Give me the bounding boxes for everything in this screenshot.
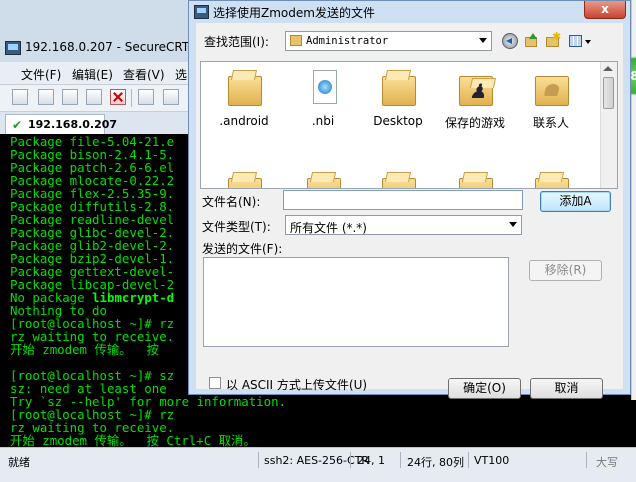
cancel-button[interactable]: 取消 (530, 378, 603, 399)
disconnect-icon[interactable] (110, 89, 126, 105)
scroll-up-icon[interactable] (603, 66, 613, 71)
status-cursor: 24, 1 (357, 454, 385, 467)
status-divider (400, 452, 401, 468)
folder-icon (382, 170, 416, 188)
list-item[interactable] (518, 166, 584, 188)
dialog-body: 查找范围(I): Administrator .android .nbi Des… (196, 23, 623, 399)
crt-toolbar (0, 85, 192, 112)
list-item[interactable] (442, 166, 508, 188)
file-list[interactable]: .android .nbi Desktop 保存的游戏 联系人 (200, 61, 618, 189)
list-item[interactable]: 保存的游戏 (442, 64, 508, 136)
list-item[interactable]: Desktop (365, 64, 431, 136)
reconnect-icon[interactable] (86, 89, 102, 105)
menu-file[interactable]: 文件(F) (21, 66, 61, 83)
lookin-value: Administrator (306, 35, 389, 47)
crt-window-title: 192.168.0.207 - SecureCRT (25, 40, 190, 54)
menu-options[interactable]: 选 (175, 66, 187, 83)
status-caps: 大写 (596, 456, 618, 469)
ok-button[interactable]: 确定(O) (448, 378, 521, 399)
connect-tab-icon[interactable] (62, 89, 78, 105)
status-protocol: ssh2: AES-256-CTR (264, 454, 370, 467)
folder-icon (307, 170, 341, 188)
sent-files-label: 发送的文件(F): (202, 242, 283, 256)
tab-session-label: 192.168.0.207 (28, 118, 118, 131)
file-label: .android (219, 114, 269, 128)
up-folder-icon[interactable] (523, 33, 539, 49)
quick-connect-icon[interactable] (38, 89, 54, 105)
filetype-label: 文件类型(T): (202, 220, 271, 234)
ascii-upload-label: 以 ASCII 方式上传文件(U) (226, 378, 368, 392)
chevron-down-icon (509, 222, 517, 227)
remove-button[interactable]: 移除(R) (529, 260, 602, 281)
tab-session[interactable]: ✔ 192.168.0.207 (5, 114, 117, 134)
lookin-label: 查找范围(I): (204, 35, 269, 49)
filetype-select[interactable]: 所有文件 (*.*) (285, 215, 522, 235)
dialog-title: 选择使用Zmodem发送的文件 (213, 6, 375, 20)
filename-input[interactable] (283, 190, 523, 210)
check-icon: ✔ (12, 118, 23, 132)
file-label: 联系人 (532, 116, 569, 130)
list-item[interactable]: .android (211, 64, 277, 136)
status-divider (258, 452, 259, 468)
new-folder-icon[interactable] (545, 30, 561, 49)
status-divider (350, 452, 351, 468)
ascii-upload-checkbox[interactable] (209, 377, 221, 389)
status-divider (586, 452, 587, 468)
list-item[interactable]: .nbi (290, 64, 356, 136)
view-menu-icon[interactable] (569, 33, 593, 49)
list-item[interactable] (211, 166, 277, 188)
crt-menubar: 文件(F) 编辑(E) 查看(V) 选 (0, 62, 192, 85)
toolbar-divider (131, 89, 132, 107)
connect-icon[interactable] (12, 89, 28, 105)
add-button[interactable]: 添加A (540, 191, 611, 212)
file-list-scrollbar[interactable] (600, 62, 617, 188)
file-label: Desktop (373, 114, 423, 128)
scroll-thumb[interactable] (603, 77, 614, 109)
paste-icon[interactable] (163, 89, 179, 105)
menu-view[interactable]: 查看(V) (123, 66, 165, 83)
file-label: .nbi (311, 114, 335, 128)
crt-statusbar: 就绪 ssh2: AES-256-CTR 24, 1 24行, 80列 VT10… (0, 447, 636, 482)
status-size: 24行, 80列 (407, 456, 464, 469)
close-button[interactable]: x (584, 1, 626, 19)
back-icon[interactable] (502, 33, 518, 49)
folder-icon (290, 35, 302, 46)
status-state: 就绪 (8, 456, 30, 469)
zmodem-send-dialog: 选择使用Zmodem发送的文件 x 查找范围(I): Administrator… (188, 0, 631, 399)
folder-icon (228, 170, 262, 188)
sent-files-list[interactable] (203, 257, 509, 347)
crt-titlebar: 192.168.0.207 - SecureCRT (0, 34, 192, 60)
terminal-line: 开始 zmodem 传输。 按 Ctrl+C 取消。 (10, 433, 256, 447)
lookin-combobox[interactable]: Administrator (285, 31, 492, 51)
terminal-line: 开始 zmodem 传输。 按 (10, 342, 159, 357)
folder-icon (535, 170, 569, 188)
filename-label: 文件名(N): (202, 195, 261, 209)
dialog-app-icon (194, 5, 209, 19)
securecrt-app-icon (5, 41, 21, 55)
folder-icon (459, 170, 493, 188)
contacts-folder-icon (535, 68, 569, 108)
filetype-value: 所有文件 (*.*) (290, 221, 367, 235)
status-divider (468, 452, 469, 468)
list-item[interactable] (290, 166, 356, 188)
status-term: VT100 (474, 454, 510, 467)
chevron-down-icon (479, 38, 487, 43)
copy-icon[interactable] (138, 89, 154, 105)
crt-tabstrip: ✔ 192.168.0.207 (0, 112, 192, 134)
menu-edit[interactable]: 编辑(E) (72, 66, 113, 83)
list-item[interactable]: 联系人 (518, 64, 584, 136)
list-item[interactable] (365, 166, 431, 188)
document-icon (307, 68, 341, 108)
folder-icon (382, 68, 416, 108)
file-label: 保存的游戏 (444, 116, 505, 130)
folder-icon (228, 68, 262, 108)
game-folder-icon (459, 68, 493, 108)
dialog-titlebar[interactable]: 选择使用Zmodem发送的文件 x (189, 1, 630, 23)
